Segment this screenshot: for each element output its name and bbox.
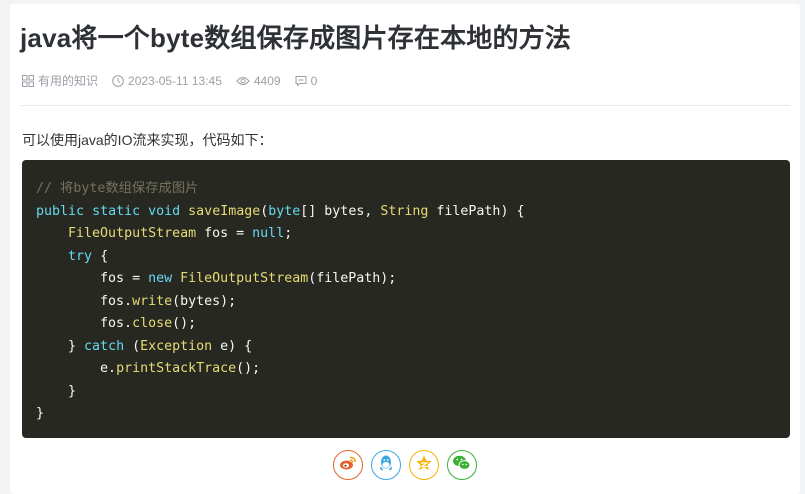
code-token: void: [148, 203, 181, 219]
code-token: try: [68, 248, 93, 264]
category-label: 有用的知识: [38, 74, 99, 88]
code-token: }: [36, 406, 45, 421]
code-line: public static void saveImage(byte[] byte…: [36, 201, 776, 224]
share-bar: [10, 450, 800, 480]
code-token: {: [92, 248, 109, 264]
wechat-icon: [452, 454, 472, 477]
article-meta: 有用的知识 2023-05-11 13:45 4409 0: [22, 72, 317, 89]
code-token: FileOutputStream: [68, 226, 197, 241]
code-token: filePath) {: [428, 203, 525, 219]
share-wechat-button[interactable]: [447, 450, 477, 480]
code-token: String: [380, 203, 429, 219]
code-token: fos.: [36, 293, 133, 309]
divider: [20, 105, 790, 106]
code-token: null: [252, 226, 285, 241]
share-weibo-button[interactable]: [333, 450, 363, 480]
code-token: // 将byte数组保存成图片: [36, 181, 199, 196]
code-line: } catch (Exception e) {: [36, 336, 776, 359]
code-token: ();: [172, 316, 197, 331]
page-title: java将一个byte数组保存成图片存在本地的方法: [20, 23, 572, 53]
share-qq-button[interactable]: [371, 450, 401, 480]
code-token: (: [124, 338, 141, 354]
code-token: fos =: [196, 226, 253, 241]
code-token: catch: [84, 338, 125, 354]
code-token: write: [132, 293, 173, 309]
comment-count-text: 0: [310, 73, 318, 88]
code-token: ();: [236, 361, 261, 376]
code-line: }: [36, 381, 776, 404]
view-count-text: 4409: [253, 73, 281, 88]
code-token: fos.: [36, 316, 133, 331]
code-token: FileOutputStream: [180, 271, 309, 286]
publish-time: 2023-05-11 13:45: [112, 74, 222, 88]
qq-icon: [378, 454, 394, 477]
code-line: fos.write(bytes);: [36, 291, 776, 314]
weibo-icon: [339, 455, 357, 476]
code-token: e) {: [212, 338, 253, 354]
code-line: FileOutputStream fos = null;: [36, 223, 776, 246]
article-intro: 可以使用java的IO流来实现，代码如下：: [22, 132, 273, 148]
code-token: [] bytes,: [300, 203, 381, 219]
comment-count[interactable]: 0: [295, 73, 318, 88]
code-line: }: [36, 403, 776, 426]
code-line: try {: [36, 246, 776, 269]
code-token: byte: [268, 203, 301, 219]
code-token: fos =: [36, 271, 149, 286]
clock-icon: [112, 74, 124, 87]
qzone-icon: [415, 454, 433, 477]
code-token: public: [36, 203, 85, 219]
code-token: e.: [36, 361, 117, 376]
code-token: }: [36, 338, 85, 354]
share-qzone-button[interactable]: [409, 450, 439, 480]
category-link[interactable]: 有用的知识: [22, 72, 98, 89]
code-line: fos = new FileOutputStream(filePath);: [36, 268, 776, 291]
code-block[interactable]: // 将byte数组保存成图片 public static void saveIm…: [22, 160, 790, 438]
code-token: saveImage: [188, 203, 261, 219]
code-token: new: [148, 271, 173, 286]
code-token: Exception: [140, 338, 213, 354]
code-token: (filePath);: [308, 271, 397, 286]
code-token: ;: [284, 226, 293, 241]
code-token: static: [92, 203, 141, 219]
view-count: 4409: [236, 74, 281, 88]
publish-time-text: 2023-05-11 13:45: [128, 73, 222, 88]
code-token: printStackTrace: [116, 361, 237, 376]
code-token: }: [36, 383, 77, 399]
comment-icon: [295, 75, 307, 87]
code-token: (bytes);: [172, 293, 237, 309]
code-token: close: [132, 316, 173, 331]
code-line: e.printStackTrace();: [36, 358, 776, 381]
eye-icon: [236, 75, 250, 87]
article-card: java将一个byte数组保存成图片存在本地的方法 有用的知识 2023-05-…: [10, 4, 800, 494]
code-line: // 将byte数组保存成图片: [36, 178, 776, 201]
code-line: fos.close();: [36, 313, 776, 336]
grid-icon: [22, 74, 34, 87]
